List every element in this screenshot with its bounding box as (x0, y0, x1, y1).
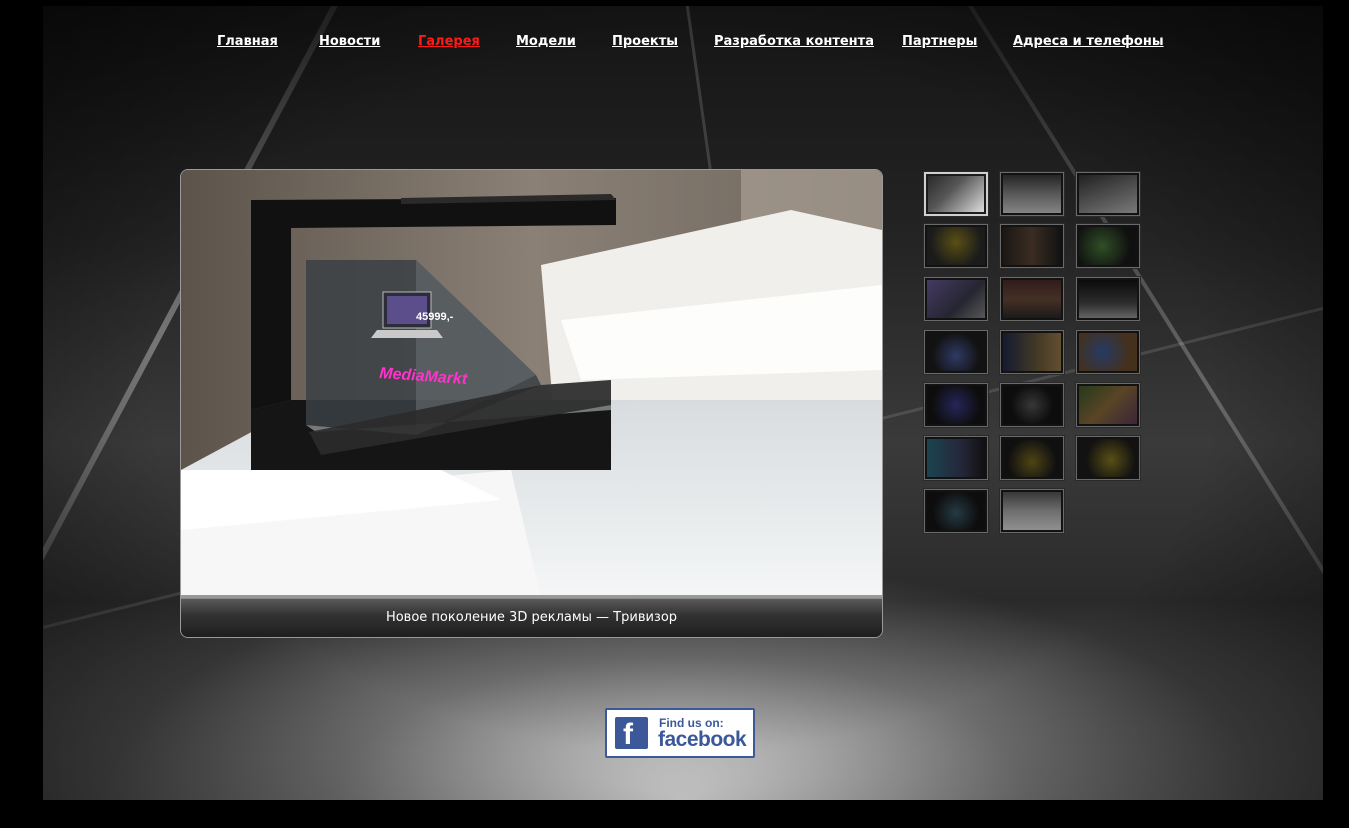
gallery-thumbnail[interactable] (1076, 436, 1140, 480)
nav-item-content-development[interactable]: Разработка контента (714, 34, 874, 49)
gallery-thumbnail[interactable] (1000, 277, 1064, 321)
nav-item-home[interactable]: Главная (217, 34, 278, 49)
gallery-thumbnail[interactable] (1076, 172, 1140, 216)
caption-bar: Новое поколение 3D рекламы — Тривизор (181, 598, 882, 637)
gallery-thumbnail[interactable] (1076, 383, 1140, 427)
gallery-thumbnail[interactable] (924, 330, 988, 374)
photo-price-text: 45999,- (416, 311, 454, 323)
gallery-thumbnail[interactable] (1076, 277, 1140, 321)
gallery-thumbnail[interactable] (924, 489, 988, 533)
facebook-f-icon: f (615, 717, 648, 751)
nav-item-news[interactable]: Новости (319, 34, 380, 49)
gallery-thumbnail[interactable] (1076, 330, 1140, 374)
nav-item-gallery[interactable]: Галерея (418, 34, 480, 49)
nav-item-projects[interactable]: Проекты (612, 34, 678, 49)
nav-item-partners[interactable]: Партнеры (902, 34, 977, 49)
gallery-thumbnail[interactable] (1000, 489, 1064, 533)
gallery-thumbnail[interactable] (1000, 436, 1064, 480)
nav-item-models[interactable]: Модели (516, 34, 576, 49)
gallery-viewer: 45999,- MediaMarkt Новое поколение 3D ре… (180, 169, 883, 638)
gallery-thumbnail[interactable] (924, 383, 988, 427)
gallery-thumbnail[interactable] (924, 436, 988, 480)
gallery-thumbnail[interactable] (924, 224, 988, 268)
gallery-main-photo[interactable]: 45999,- MediaMarkt (181, 170, 882, 598)
gallery-thumbnail[interactable] (1000, 330, 1064, 374)
gallery-thumbnail[interactable] (1000, 224, 1064, 268)
nav-item-contacts[interactable]: Адреса и телефоны (1013, 34, 1164, 49)
gallery-thumbnail[interactable] (1000, 383, 1064, 427)
gallery-thumbnail[interactable] (1076, 224, 1140, 268)
gallery-thumbnail[interactable] (924, 277, 988, 321)
hologram-showcase-photo: 45999,- MediaMarkt (181, 170, 882, 598)
photo-caption: Новое поколение 3D рекламы — Тривизор (385, 610, 678, 625)
main-nav: Главная Новости Галерея Модели Проекты Р… (0, 34, 1349, 64)
gallery-thumbnail[interactable] (924, 172, 988, 216)
gallery-thumbnail[interactable] (1000, 172, 1064, 216)
facebook-find-us-button[interactable]: f Find us on: facebook (605, 708, 755, 758)
facebook-brand-text: facebook (658, 728, 747, 751)
